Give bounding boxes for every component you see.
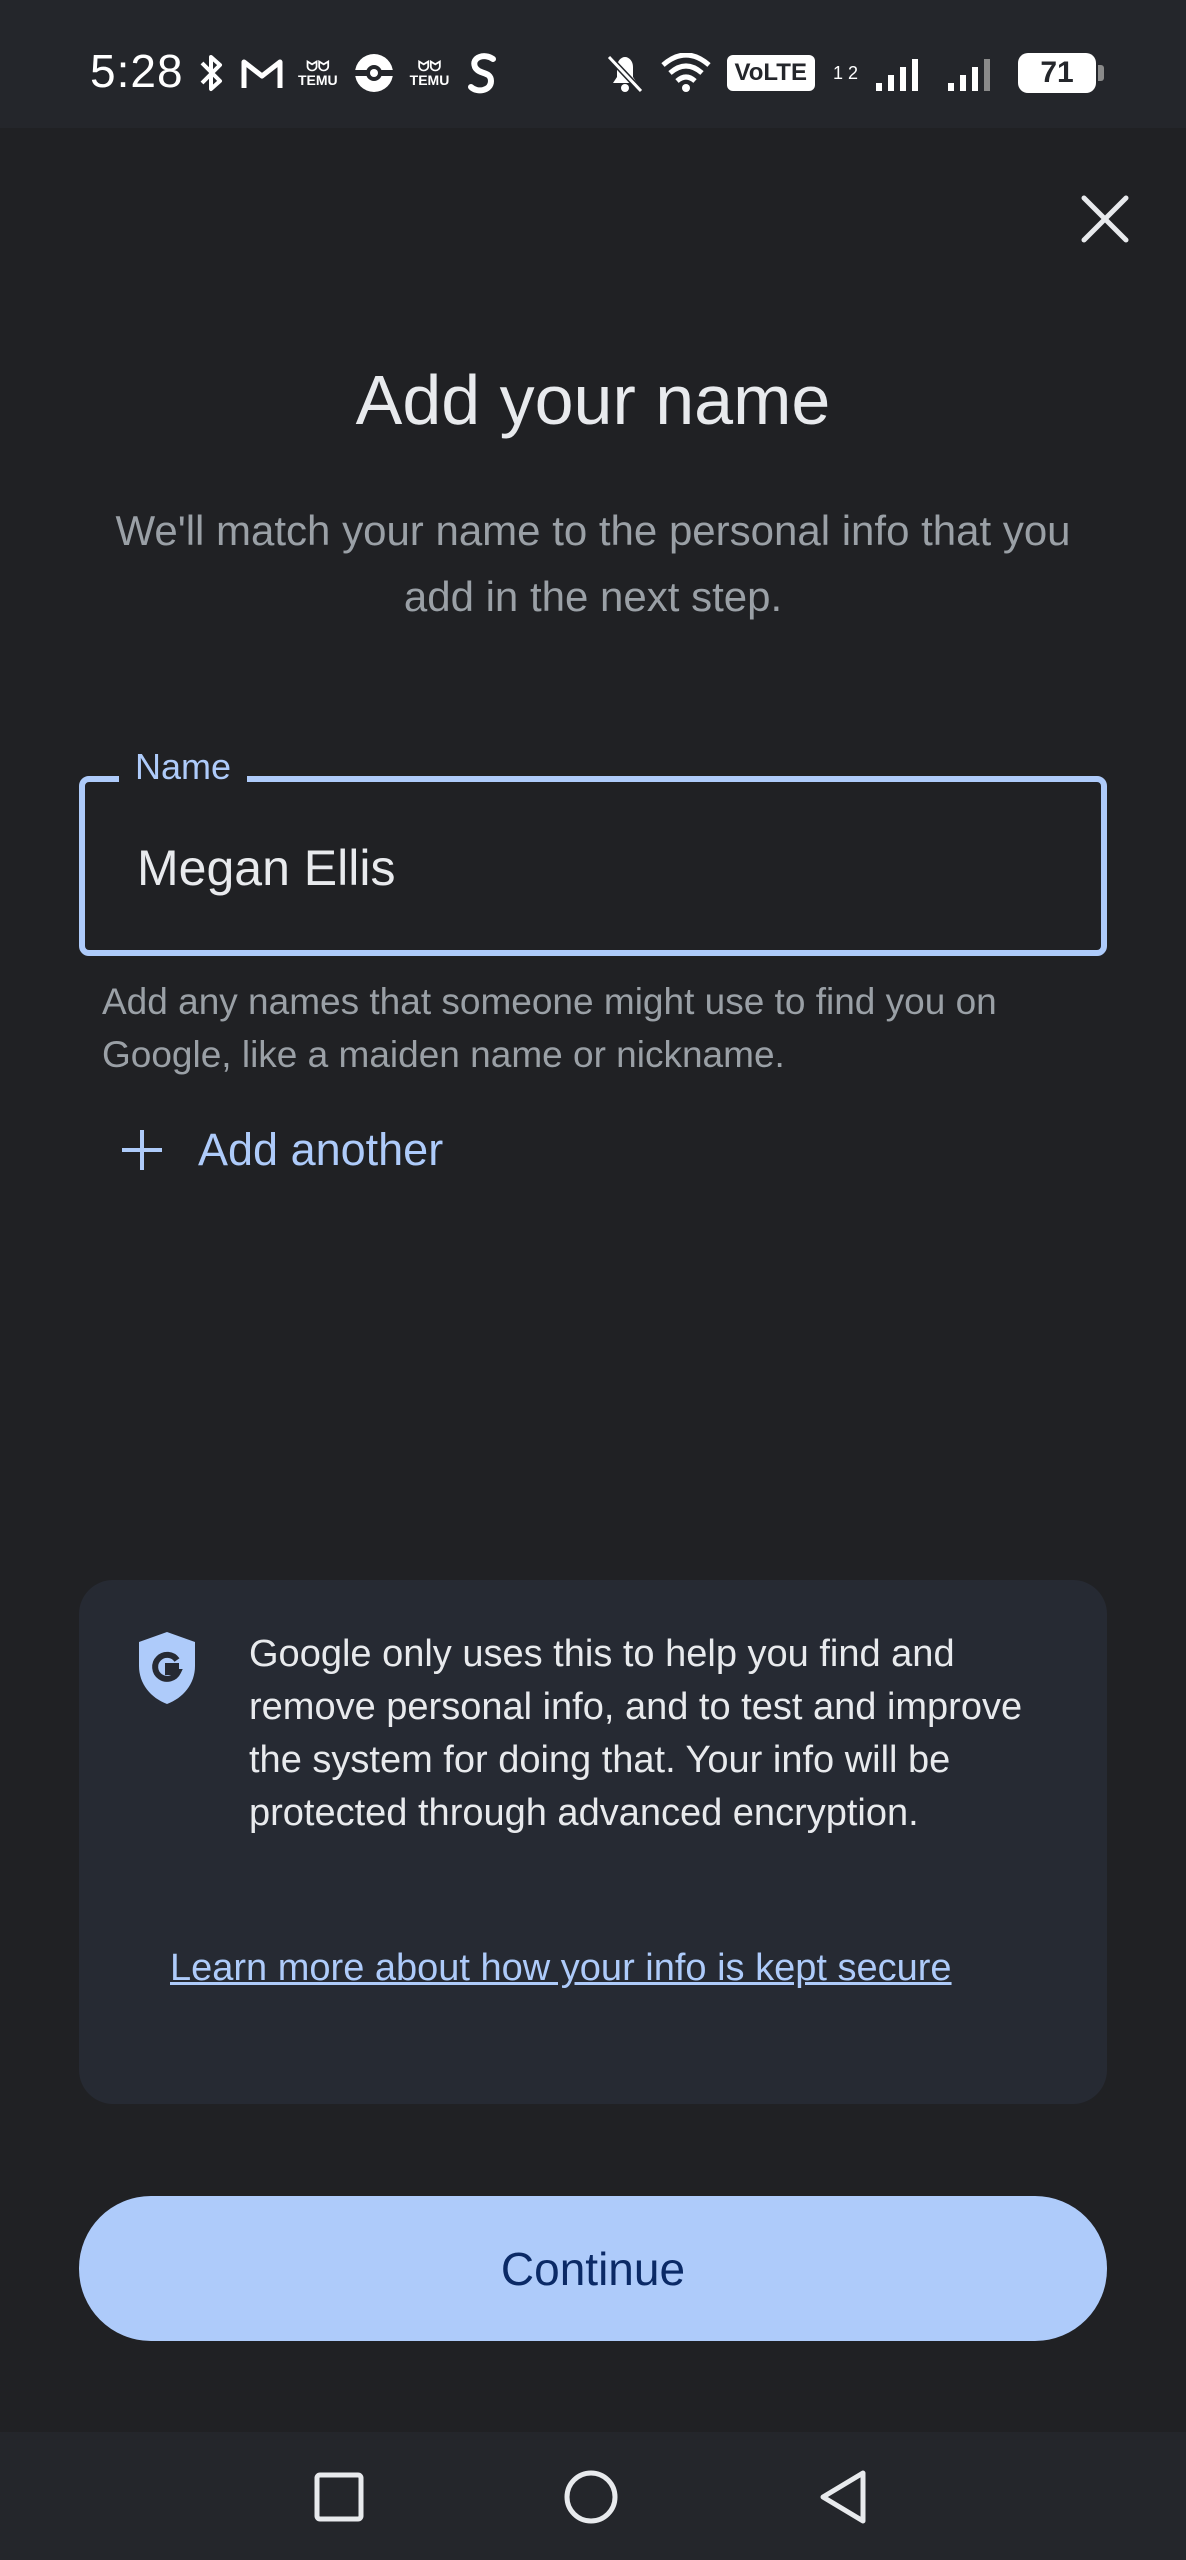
shazam-icon [468,53,497,94]
close-icon [1081,195,1129,243]
back-icon [820,2470,866,2524]
temu-icon: ᗢᗢ TEMU [298,58,338,88]
home-icon [564,2470,618,2524]
temu-icon: ᗢᗢ TEMU [409,58,450,88]
name-field-label: Name [119,746,248,788]
name-field[interactable]: Name [79,746,1107,956]
gmail-icon [241,59,283,88]
wifi-icon [660,53,711,92]
page-subtitle: We'll match your name to the personal in… [115,507,1071,620]
system-icons: VoLTE 1 2 71 [605,48,1104,98]
volte-icon: VoLTE [726,55,815,91]
close-button[interactable] [1070,184,1140,254]
learn-more-link[interactable]: Learn more about how your info is kept s… [170,1942,970,1995]
signal-icon [948,59,990,91]
continue-button[interactable]: Continue [79,2196,1107,2341]
add-another-label: Add another [198,1124,444,1175]
signal-icon [876,59,918,91]
privacy-info-card: Google only uses this to help you find a… [79,1580,1107,2104]
battery-level: 71 [1040,56,1074,89]
home-button[interactable] [556,2462,626,2532]
bluetooth-icon [200,55,222,91]
plus-icon [122,1130,162,1170]
status-bar: 5:28 ᗢᗢ TEMU ᗢᗢ TEMU VoLTE 1 2 71 [0,0,1186,128]
pokeball-icon [353,54,394,92]
sim-indicator: 1 2 [832,63,858,83]
google-shield-icon [139,1632,195,1704]
back-button[interactable] [808,2462,878,2532]
privacy-info-text: Google only uses this to help you find a… [249,1633,1023,1834]
status-time: 5:28 [90,45,184,97]
battery-icon: 71 [1018,53,1104,93]
add-another-button[interactable]: Add another [120,1124,443,1176]
recents-button[interactable] [304,2462,374,2532]
notification-icons: ᗢᗢ TEMU ᗢᗢ TEMU [198,48,503,98]
name-input[interactable] [135,828,1035,908]
name-helper-text: Add any names that someone might use to … [102,981,997,1075]
navigation-bar [0,2432,1186,2560]
mute-icon [606,54,643,94]
recents-icon [314,2472,364,2522]
page-title: Add your name [355,361,831,439]
